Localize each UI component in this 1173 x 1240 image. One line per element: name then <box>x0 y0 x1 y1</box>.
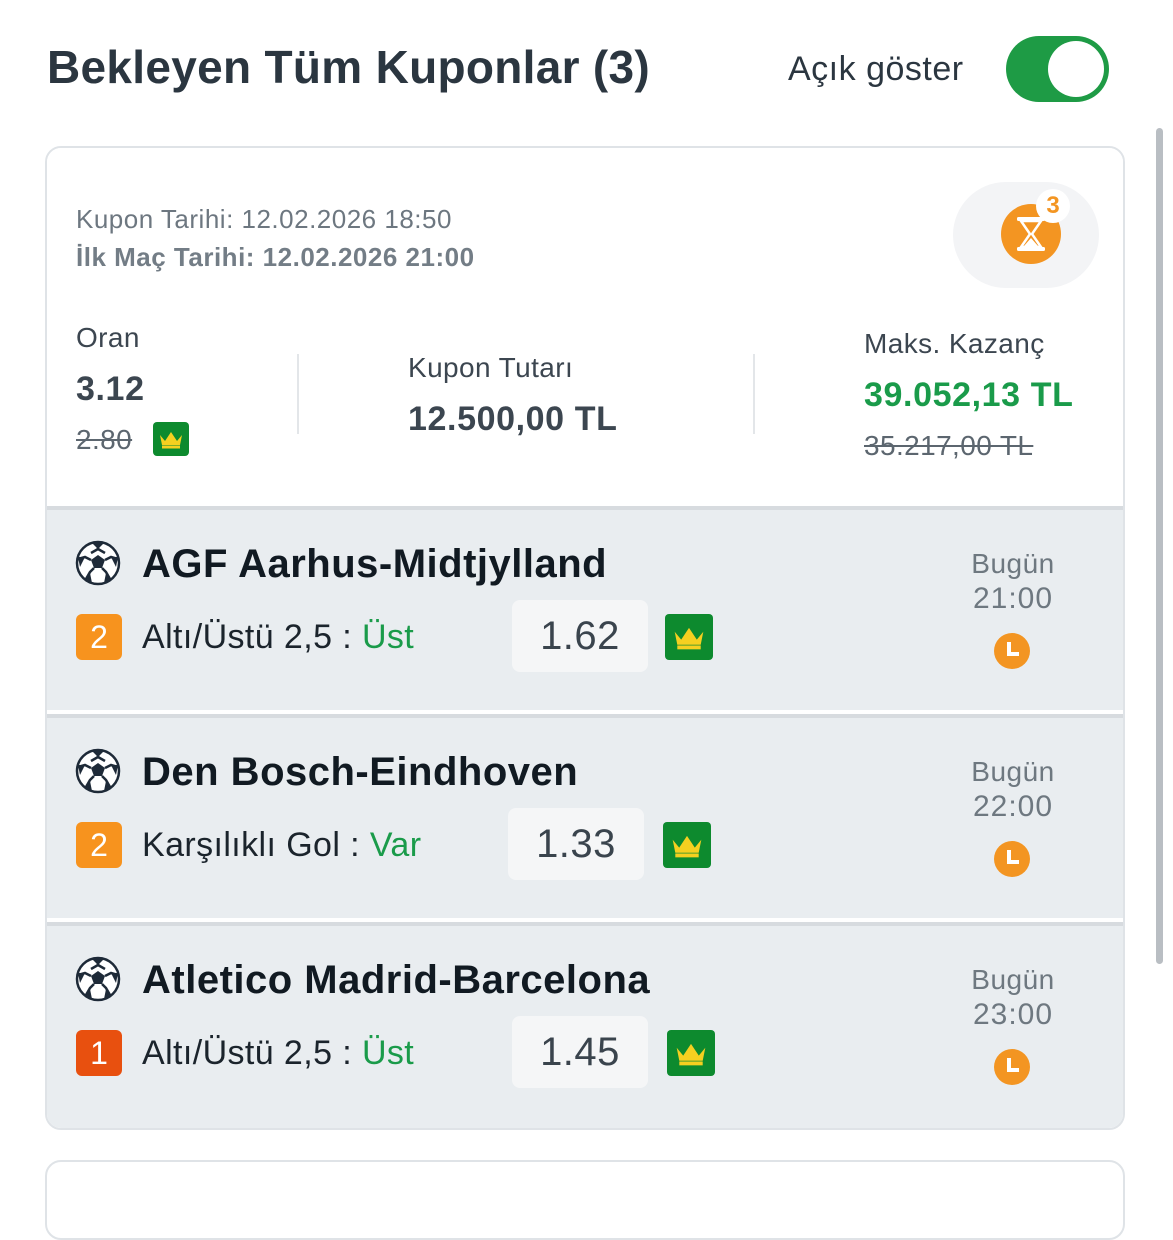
match-row[interactable]: Den Bosch-Eindhoven 2 Karşılıklı Gol : V… <box>47 714 1123 918</box>
odds-value: 3.12 <box>76 370 145 408</box>
match-time: 23:00 <box>972 998 1054 1031</box>
match-title: AGF Aarhus-Midtjylland <box>142 542 608 586</box>
amount-value: 12.500,00 TL <box>408 400 618 438</box>
stat-divider <box>753 354 755 434</box>
stat-divider <box>297 354 299 434</box>
coupon-card[interactable]: Kupon Tarihi: 12.02.2026 18:50 İlk Maç T… <box>45 146 1125 1130</box>
rank-badge: 1 <box>76 1030 122 1076</box>
show-open-toggle[interactable] <box>1006 36 1109 102</box>
crown-icon <box>665 614 713 660</box>
coupon-date: Kupon Tarihi: 12.02.2026 18:50 <box>76 204 452 234</box>
rank-badge: 2 <box>76 822 122 868</box>
match-day: Bugün <box>971 756 1055 787</box>
match-time: 21:00 <box>972 582 1054 615</box>
match-time: 22:00 <box>972 790 1054 823</box>
odd-value: 1.33 <box>508 808 644 880</box>
coupon-summary: Kupon Tarihi: 12.02.2026 18:50 İlk Maç T… <box>47 148 1123 506</box>
next-coupon-card[interactable] <box>45 1160 1125 1240</box>
page-title: Bekleyen Tüm Kuponlar (3) <box>47 41 651 93</box>
bet-description: Altı/Üstü 2,5 : Üst <box>142 618 414 657</box>
rank-badge: 2 <box>76 614 122 660</box>
match-row[interactable]: AGF Aarhus-Midtjylland 2 Altı/Üstü 2,5 :… <box>47 506 1123 710</box>
max-win-value: 39.052,13 TL <box>864 376 1074 414</box>
bet-description: Karşılıklı Gol : Var <box>142 826 421 865</box>
max-win-old-value: 35.217,00 TL <box>864 430 1034 461</box>
market-name: Karşılıklı Gol : <box>142 826 370 864</box>
soccer-ball-icon <box>75 540 121 586</box>
selection: Üst <box>361 1034 415 1072</box>
clock-icon <box>994 841 1030 877</box>
selection: Var <box>369 826 422 864</box>
amount-label: Kupon Tutarı <box>408 352 574 383</box>
crown-icon <box>663 822 711 868</box>
match-title: Den Bosch-Eindhoven <box>142 750 579 794</box>
selection: Üst <box>361 618 415 656</box>
market-name: Altı/Üstü 2,5 : <box>142 1034 362 1072</box>
odd-value: 1.45 <box>512 1016 648 1088</box>
crown-icon <box>667 1030 715 1076</box>
match-day: Bugün <box>971 548 1055 579</box>
odds-label: Oran <box>76 322 140 353</box>
soccer-ball-icon <box>75 956 121 1002</box>
pending-status-badge[interactable]: 3 <box>953 182 1099 288</box>
odd-value: 1.62 <box>512 600 648 672</box>
first-match-date: İlk Maç Tarihi: 12.02.2026 21:00 <box>76 242 475 272</box>
match-title: Atletico Madrid-Barcelona <box>142 958 651 1002</box>
odds-old-value: 2.80 <box>76 424 133 455</box>
toggle-knob <box>1048 41 1104 97</box>
show-open-label: Açık göster <box>788 50 964 88</box>
match-day: Bugün <box>971 964 1055 995</box>
market-name: Altı/Üstü 2,5 : <box>142 618 362 656</box>
clock-icon <box>994 633 1030 669</box>
pending-count-badge: 3 <box>1036 189 1070 223</box>
max-win-label: Maks. Kazanç <box>864 328 1045 359</box>
match-row[interactable]: Atletico Madrid-Barcelona 1 Altı/Üstü 2,… <box>47 922 1123 1128</box>
crown-icon <box>153 422 189 456</box>
soccer-ball-icon <box>75 748 121 794</box>
page-header: Bekleyen Tüm Kuponlar (3) Açık göster <box>0 0 1173 140</box>
bet-description: Altı/Üstü 2,5 : Üst <box>142 1034 414 1073</box>
scrollbar[interactable] <box>1156 128 1163 964</box>
clock-icon <box>994 1049 1030 1085</box>
